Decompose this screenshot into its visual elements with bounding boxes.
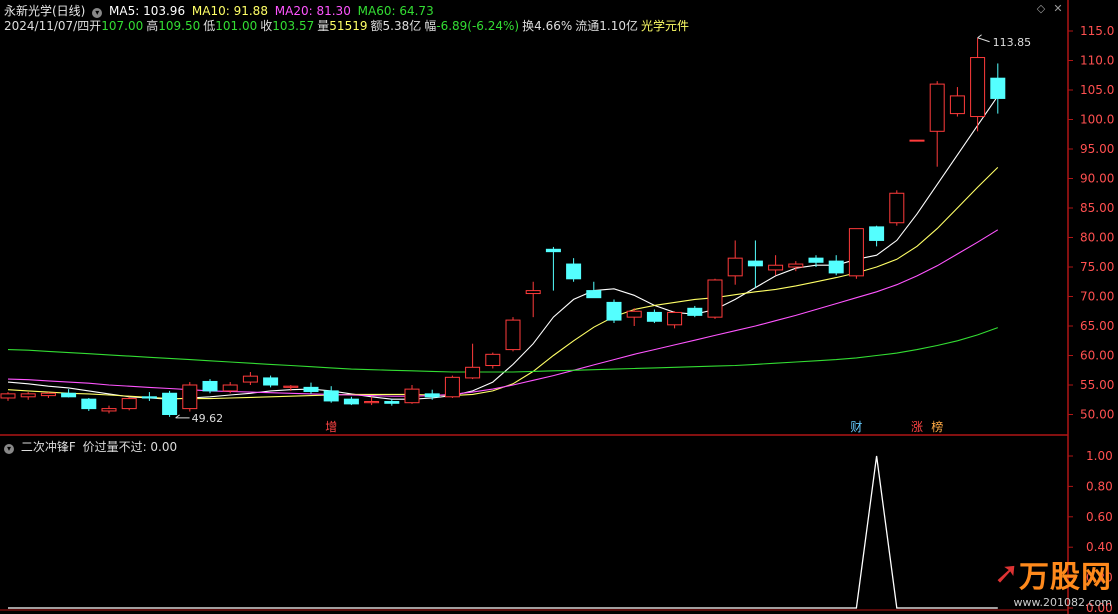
candle-body[interactable] bbox=[525, 290, 541, 295]
candle-body[interactable] bbox=[364, 401, 380, 404]
watermark-text: 万股网 bbox=[1019, 560, 1112, 595]
candle-body[interactable] bbox=[202, 380, 218, 392]
kline-chart[interactable]: 50.00 55.00 60.00 65.00 70.00 75.00 80.00 85.00… bbox=[0, 0, 1118, 614]
low-marker-arrow bbox=[175, 414, 190, 419]
candle-body[interactable] bbox=[889, 192, 905, 224]
candle-body[interactable] bbox=[646, 311, 662, 322]
candle-body[interactable] bbox=[323, 390, 339, 402]
price-tick-label: 55.00 bbox=[1080, 378, 1114, 392]
price-tick-label: 110.0 bbox=[1080, 54, 1114, 68]
candle-body[interactable] bbox=[40, 392, 56, 397]
event-label[interactable]: 财 bbox=[850, 420, 862, 434]
candle-body[interactable] bbox=[465, 366, 481, 379]
candle-body[interactable] bbox=[828, 260, 844, 274]
candle-body[interactable] bbox=[545, 248, 561, 253]
candle-body[interactable] bbox=[384, 401, 400, 404]
price-tick-label: 85.00 bbox=[1080, 201, 1114, 215]
candle-body[interactable] bbox=[929, 83, 945, 132]
candle-body[interactable] bbox=[808, 257, 824, 263]
candle-body[interactable] bbox=[121, 398, 137, 410]
event-label[interactable]: 榜 bbox=[931, 419, 943, 434]
candle-body[interactable] bbox=[505, 319, 521, 351]
price-tick-label: 105.0 bbox=[1080, 83, 1114, 97]
candle-body[interactable] bbox=[566, 263, 582, 280]
indicator-tick-label: 0.60 bbox=[1086, 510, 1113, 524]
price-tick-label: 115.0 bbox=[1080, 24, 1114, 38]
watermark-logo: ➚ 万股网 www.201082.com bbox=[993, 552, 1112, 610]
candle-body[interactable] bbox=[424, 393, 440, 398]
low-marker-label: 49.62 bbox=[192, 412, 224, 425]
watermark-arrow-icon: ➚ bbox=[993, 556, 1019, 591]
price-tick-label: 75.00 bbox=[1080, 260, 1114, 274]
candle-body[interactable] bbox=[909, 139, 925, 142]
candle-body[interactable] bbox=[788, 263, 804, 268]
ma-line-ma60 bbox=[7, 327, 998, 373]
indicator-tick-label: 1.00 bbox=[1086, 449, 1113, 463]
candle-body[interactable] bbox=[606, 301, 622, 321]
event-label[interactable]: 涨 bbox=[911, 419, 923, 434]
event-label[interactable]: 增 bbox=[325, 420, 337, 434]
indicator-line bbox=[8, 455, 998, 609]
price-tick-label: 50.00 bbox=[1080, 408, 1114, 422]
candle-body[interactable] bbox=[727, 257, 743, 277]
candle-body[interactable] bbox=[949, 95, 965, 115]
price-tick-label: 100.0 bbox=[1080, 113, 1114, 127]
candle-body[interactable] bbox=[970, 57, 986, 118]
candle-body[interactable] bbox=[61, 392, 77, 398]
candle-body[interactable] bbox=[848, 228, 864, 277]
candle-body[interactable] bbox=[0, 393, 16, 399]
candle-body[interactable] bbox=[81, 398, 97, 410]
indicator-tick-label: 0.80 bbox=[1086, 479, 1113, 493]
candle-body[interactable] bbox=[222, 384, 238, 392]
candle-body[interactable] bbox=[990, 77, 1006, 99]
candle-body[interactable] bbox=[20, 393, 36, 398]
high-marker-label: 113.85 bbox=[993, 36, 1032, 49]
candle-body[interactable] bbox=[626, 310, 642, 318]
price-tick-label: 65.00 bbox=[1080, 319, 1114, 333]
candle-body[interactable] bbox=[707, 279, 723, 318]
ma-line-ma10 bbox=[7, 167, 999, 400]
candle-body[interactable] bbox=[869, 226, 885, 241]
price-tick-label: 60.00 bbox=[1080, 349, 1114, 363]
candle-body[interactable] bbox=[485, 353, 501, 367]
candle-body[interactable] bbox=[283, 385, 299, 388]
candle-body[interactable] bbox=[343, 398, 359, 405]
price-tick-label: 90.00 bbox=[1080, 172, 1114, 186]
price-tick-label: 95.00 bbox=[1080, 142, 1114, 156]
candle-body[interactable] bbox=[263, 377, 279, 386]
candle-body[interactable] bbox=[586, 290, 602, 299]
candle-body[interactable] bbox=[747, 260, 763, 267]
candle-body[interactable] bbox=[182, 384, 198, 410]
candle-body[interactable] bbox=[242, 375, 258, 383]
candle-body[interactable] bbox=[687, 307, 703, 316]
candle-body[interactable] bbox=[141, 396, 157, 399]
candle-body[interactable] bbox=[444, 376, 460, 398]
price-tick-label: 80.00 bbox=[1080, 231, 1114, 245]
candle-body[interactable] bbox=[667, 311, 683, 326]
candle-body[interactable] bbox=[303, 386, 319, 392]
price-tick-label: 70.00 bbox=[1080, 290, 1114, 304]
candle-body[interactable] bbox=[101, 408, 117, 412]
candle-body[interactable] bbox=[404, 388, 420, 404]
candle-body[interactable] bbox=[768, 264, 784, 271]
watermark-url: www.201082.com bbox=[1013, 596, 1112, 609]
candle-body[interactable] bbox=[162, 392, 178, 416]
high-marker-arrow bbox=[977, 34, 990, 43]
